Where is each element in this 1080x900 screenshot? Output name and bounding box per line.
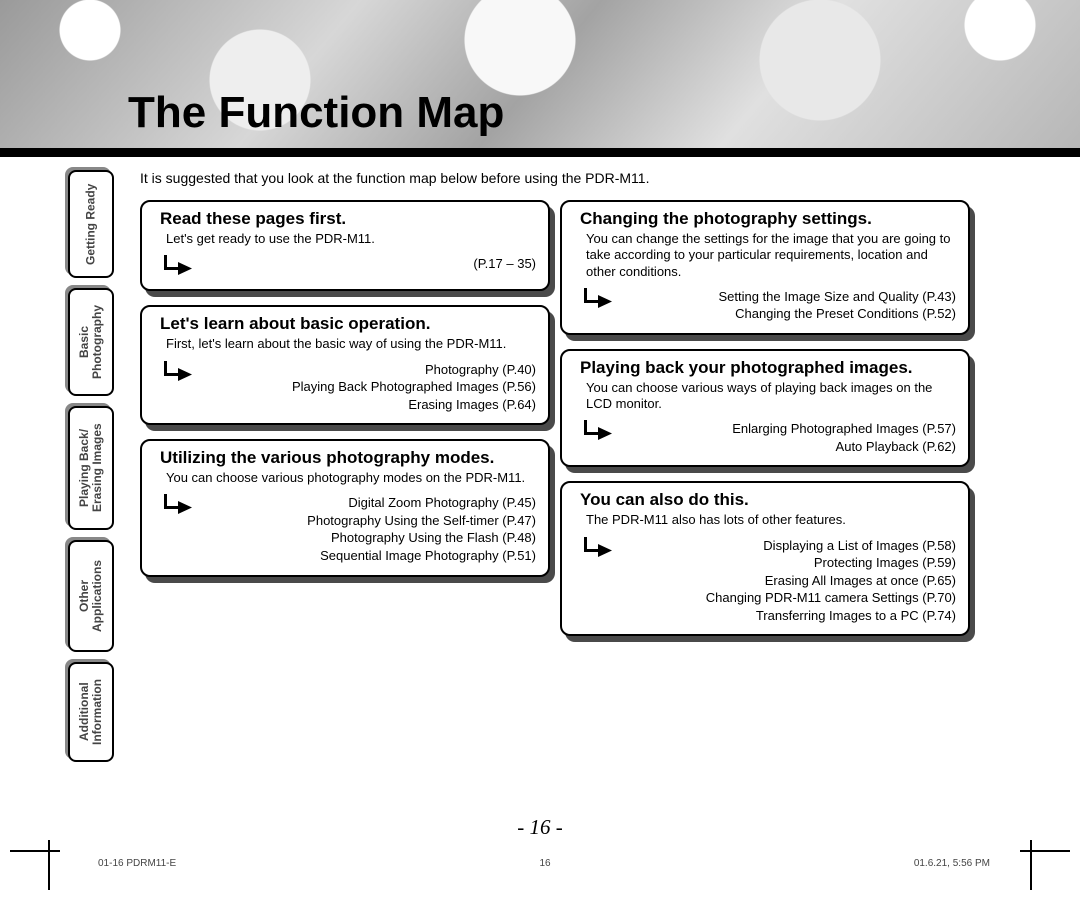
side-tab-label: Playing Back/ Erasing Images (75, 416, 107, 521)
page-number: - 16 - (0, 815, 1080, 840)
module-ref-line: Setting the Image Size and Quality (P.43… (624, 288, 956, 306)
side-tab-label: Additional Information (75, 671, 107, 753)
module-desc: You can choose various photography modes… (166, 470, 536, 486)
page-title: The Function Map (128, 88, 504, 138)
arrow-icon (580, 535, 614, 561)
module-ref-row: (P.17 – 35) (160, 251, 536, 279)
module-heading: Read these pages first. (160, 209, 536, 229)
arrow-icon (580, 286, 614, 312)
crop-mark (10, 850, 60, 852)
module-ref-line: Protecting Images (P.59) (624, 554, 956, 572)
module-refs: (P.17 – 35) (204, 255, 536, 273)
module-ref-row: Enlarging Photographed Images (P.57)Auto… (580, 416, 956, 455)
module-box: Playing back your photographed images.Yo… (560, 349, 970, 468)
module-ref-row: Setting the Image Size and Quality (P.43… (580, 284, 956, 323)
module-ref-line: Auto Playback (P.62) (624, 438, 956, 456)
module-ref-line: Enlarging Photographed Images (P.57) (624, 420, 956, 438)
crop-mark (1020, 850, 1070, 852)
side-tab: Basic Photography (68, 288, 114, 396)
crop-mark (1030, 840, 1032, 890)
module-refs: Setting the Image Size and Quality (P.43… (624, 288, 956, 323)
module-ref-line: Changing PDR-M11 camera Settings (P.70) (624, 589, 956, 607)
module-ref-line: Changing the Preset Conditions (P.52) (624, 305, 956, 323)
module-ref-line: Transferring Images to a PC (P.74) (624, 607, 956, 625)
side-tab-label: Basic Photography (75, 297, 107, 387)
module-refs: Photography (P.40)Playing Back Photograp… (204, 361, 536, 414)
module-box: Changing the photography settings.You ca… (560, 200, 970, 335)
module-ref-row: Displaying a List of Images (P.58)Protec… (580, 533, 956, 625)
module-refs: Displaying a List of Images (P.58)Protec… (624, 537, 956, 625)
arrow-icon (160, 359, 194, 385)
intro-text: It is suggested that you look at the fun… (140, 170, 649, 186)
module-ref-line: Photography Using the Flash (P.48) (204, 529, 536, 547)
module-desc: You can choose various ways of playing b… (586, 380, 956, 413)
module-ref-line: Photography Using the Self-timer (P.47) (204, 512, 536, 530)
module-box: You can also do this. The PDR-M11 also ha… (560, 481, 970, 636)
side-tab: Other Applications (68, 540, 114, 652)
module-ref-row: Digital Zoom Photography (P.45)Photograp… (160, 490, 536, 564)
module-heading: Changing the photography settings. (580, 209, 956, 229)
module-heading: Playing back your photographed images. (580, 358, 956, 378)
module-ref-line: Digital Zoom Photography (P.45) (204, 494, 536, 512)
module-desc: Let's get ready to use the PDR-M11. (166, 231, 536, 247)
module-box: Read these pages first. Let's get ready t… (140, 200, 550, 291)
module-box: Utilizing the various photography modes.… (140, 439, 550, 576)
module-ref-line: Erasing All Images at once (P.65) (624, 572, 956, 590)
module-ref-line: Displaying a List of Images (P.58) (624, 537, 956, 555)
arrow-icon (580, 418, 614, 444)
right-column: Changing the photography settings.You ca… (560, 200, 970, 650)
footer-meta: 01-16 PDRM11-E 16 01.6.21, 5:56 PM (98, 858, 990, 869)
footer-right: 01.6.21, 5:56 PM (914, 858, 990, 869)
module-desc: First, let's learn about the basic way o… (166, 336, 536, 352)
header-divider (0, 148, 1080, 157)
module-heading: Utilizing the various photography modes. (160, 448, 536, 468)
side-tab-label: Getting Ready (81, 175, 100, 272)
module-ref-line: (P.17 – 35) (204, 255, 536, 273)
module-ref-line: Photography (P.40) (204, 361, 536, 379)
footer-left: 01-16 PDRM11-E (98, 858, 176, 869)
arrow-icon (160, 253, 194, 279)
footer-center: 16 (539, 858, 550, 869)
module-heading: You can also do this. (580, 490, 956, 510)
arrow-icon (160, 492, 194, 518)
module-box: Let's learn about basic operation. First,… (140, 305, 550, 425)
module-heading: Let's learn about basic operation. (160, 314, 536, 334)
module-desc: The PDR-M11 also has lots of other featu… (586, 512, 956, 528)
module-ref-line: Sequential Image Photography (P.51) (204, 547, 536, 565)
side-tab-label: Other Applications (75, 552, 107, 640)
module-desc: You can change the settings for the imag… (586, 231, 956, 280)
side-tab: Playing Back/ Erasing Images (68, 406, 114, 530)
crop-mark (48, 840, 50, 890)
module-ref-line: Playing Back Photographed Images (P.56) (204, 378, 536, 396)
module-ref-line: Erasing Images (P.64) (204, 396, 536, 414)
module-ref-row: Photography (P.40)Playing Back Photograp… (160, 357, 536, 414)
side-tab: Getting Ready (68, 170, 114, 278)
module-refs: Enlarging Photographed Images (P.57)Auto… (624, 420, 956, 455)
side-tabs: Getting Ready Basic Photography Playing Ba… (68, 170, 120, 772)
module-refs: Digital Zoom Photography (P.45)Photograp… (204, 494, 536, 564)
side-tab: Additional Information (68, 662, 114, 762)
left-column: Read these pages first. Let's get ready t… (140, 200, 550, 591)
